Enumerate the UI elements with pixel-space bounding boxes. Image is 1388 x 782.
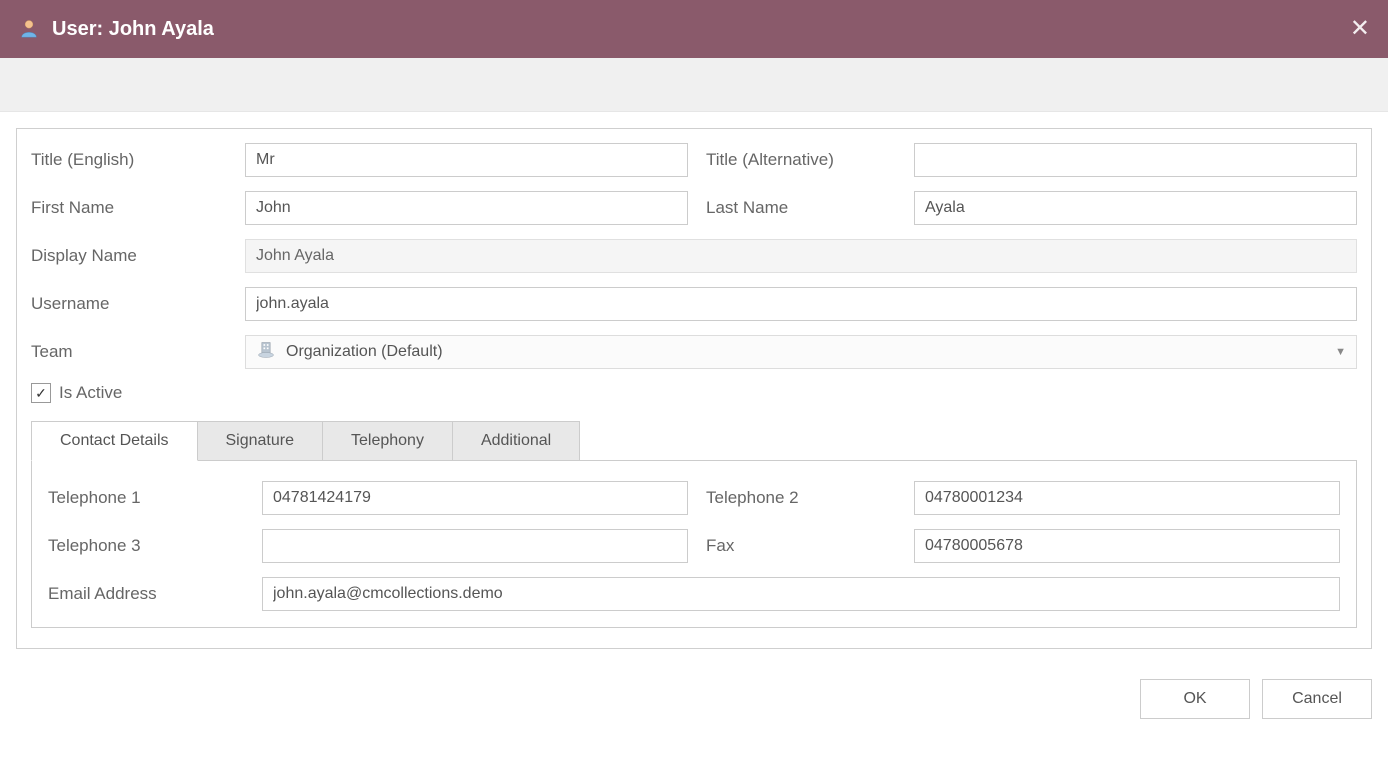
is-active-label: Is Active [59, 383, 122, 403]
form-panel: Title (English) Title (Alternative) Firs… [16, 128, 1372, 649]
label-username: Username [31, 294, 237, 314]
title-alternative-input[interactable] [914, 143, 1357, 177]
chevron-down-icon: ▼ [1335, 346, 1346, 358]
tab-container: Contact Details Signature Telephony Addi… [31, 421, 1357, 628]
tab-body-contact: Telephone 1 Telephone 2 Telephone 3 Fax … [31, 460, 1357, 628]
first-name-input[interactable] [245, 191, 688, 225]
label-fax: Fax [696, 536, 906, 556]
content-area: Title (English) Title (Alternative) Firs… [0, 112, 1388, 665]
user-icon [18, 17, 40, 42]
row-tel12: Telephone 1 Telephone 2 [48, 481, 1340, 515]
titlebar-left: User: John Ayala [18, 17, 214, 42]
tab-additional[interactable]: Additional [452, 421, 580, 461]
close-icon[interactable]: ✕ [1350, 17, 1370, 41]
row-name: First Name Last Name [31, 191, 1357, 225]
label-tel1: Telephone 1 [48, 488, 254, 508]
tab-signature[interactable]: Signature [197, 421, 324, 461]
titlebar: User: John Ayala ✕ [0, 0, 1388, 58]
email-input[interactable] [262, 577, 1340, 611]
row-title: Title (English) Title (Alternative) [31, 143, 1357, 177]
row-display-name: Display Name John Ayala [31, 239, 1357, 273]
toolbar-strip [0, 58, 1388, 112]
label-title-alternative: Title (Alternative) [696, 150, 906, 170]
tel1-input[interactable] [262, 481, 688, 515]
tab-contact-details[interactable]: Contact Details [31, 421, 198, 461]
cancel-button[interactable]: Cancel [1262, 679, 1372, 719]
tab-header: Contact Details Signature Telephony Addi… [31, 421, 1357, 461]
label-last-name: Last Name [696, 198, 906, 218]
window-title: User: John Ayala [52, 18, 214, 41]
label-tel2: Telephone 2 [696, 488, 906, 508]
team-value: Organization (Default) [286, 343, 443, 361]
checkbox-icon: ✓ [31, 383, 51, 403]
tel2-input[interactable] [914, 481, 1340, 515]
label-first-name: First Name [31, 198, 237, 218]
label-team: Team [31, 342, 237, 362]
title-english-input[interactable] [245, 143, 688, 177]
fax-input[interactable] [914, 529, 1340, 563]
team-dropdown[interactable]: Organization (Default) ▼ [245, 335, 1357, 369]
row-tel3fax: Telephone 3 Fax [48, 529, 1340, 563]
row-team: Team Organization (Default) [31, 335, 1357, 369]
username-input[interactable] [245, 287, 1357, 321]
organization-icon [256, 340, 276, 365]
tel3-input[interactable] [262, 529, 688, 563]
row-email: Email Address [48, 577, 1340, 611]
ok-button[interactable]: OK [1140, 679, 1250, 719]
is-active-checkbox[interactable]: ✓ Is Active [31, 383, 1357, 403]
label-tel3: Telephone 3 [48, 536, 254, 556]
tab-telephony[interactable]: Telephony [322, 421, 453, 461]
label-title-english: Title (English) [31, 150, 237, 170]
label-display-name: Display Name [31, 246, 237, 266]
display-name-field: John Ayala [245, 239, 1357, 273]
label-email: Email Address [48, 584, 254, 604]
footer-buttons: OK Cancel [0, 665, 1388, 735]
last-name-input[interactable] [914, 191, 1357, 225]
row-username: Username [31, 287, 1357, 321]
